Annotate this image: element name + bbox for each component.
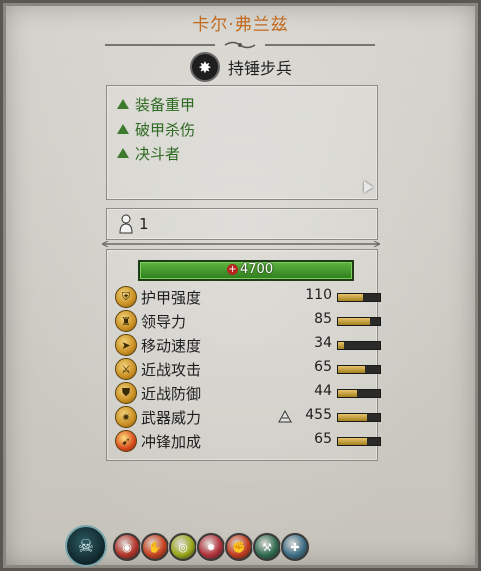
stat-bar: [337, 413, 381, 422]
stat-name: 近战攻击: [141, 361, 202, 379]
stat-row-weapon-strength[interactable]: ✷ 武器威力 455: [115, 405, 381, 428]
stat-value: 85: [314, 311, 332, 327]
stat-bar: [337, 293, 381, 302]
charge-bonus-icon: ➹: [115, 430, 137, 452]
star-burst-icon: ✸: [190, 52, 220, 82]
stat-row-speed[interactable]: ➤ 移动速度 34: [115, 333, 381, 356]
stat-bar: [337, 365, 381, 374]
eye-icon[interactable]: ◎: [169, 533, 197, 561]
paw-icon[interactable]: ✋: [141, 533, 169, 561]
hand-icon[interactable]: ✊: [225, 533, 253, 561]
stat-bar: [337, 317, 381, 326]
stat-name: 移动速度: [141, 337, 202, 355]
health-value: 4700: [240, 262, 274, 277]
leadership-icon: ♜: [115, 310, 137, 332]
up-triangle-icon: [117, 148, 129, 158]
stat-name: 护甲强度: [141, 289, 202, 307]
stat-row-melee-attack[interactable]: ⚔ 近战攻击 65: [115, 357, 381, 380]
stat-row-melee-defence[interactable]: ⛊ 近战防御 44: [115, 381, 381, 404]
unit-count-box: 1: [106, 208, 378, 240]
unit-name: 卡尔·弗兰兹: [192, 15, 289, 35]
section-divider: [102, 241, 380, 247]
speed-icon: ➤: [115, 334, 137, 356]
stat-value: 65: [314, 359, 332, 375]
armor-icon: ⛨: [115, 286, 137, 308]
stat-value: 455: [305, 407, 332, 423]
stat-bar: [337, 389, 381, 398]
unit-type-label: 持锤步兵: [228, 59, 293, 78]
trait-label: 装备重甲: [135, 95, 196, 114]
stat-value: 110: [305, 287, 332, 303]
weapon-strength-icon: ✷: [115, 406, 137, 428]
up-triangle-icon: [117, 99, 129, 109]
hammer-strike-icon[interactable]: ⚒: [253, 533, 281, 561]
stat-value: 34: [314, 335, 332, 351]
stat-name: 冲锋加成: [141, 433, 202, 451]
stat-row-leadership[interactable]: ♜ 领导力 85: [115, 309, 381, 332]
health-cross-icon: +: [227, 264, 238, 275]
trait-item[interactable]: 装备重甲: [117, 93, 195, 115]
expand-arrow-icon[interactable]: [364, 181, 373, 193]
stats-box: + 4700 ⛨ 护甲强度 110 ♜ 领导力 85 ➤ 移动速度 34 ⚔ 近…: [106, 249, 381, 461]
stat-row-charge-bonus[interactable]: ➹ 冲锋加成 65: [115, 429, 381, 452]
melee-defence-icon: ⛊: [115, 382, 137, 404]
trait-label: 决斗者: [135, 144, 181, 163]
stat-value: 65: [314, 431, 332, 447]
trait-item[interactable]: 决斗者: [117, 142, 180, 164]
stat-name: 武器威力: [141, 409, 202, 427]
shield-cross-icon[interactable]: ✚: [281, 533, 309, 561]
stat-name: 领导力: [141, 313, 187, 331]
stat-row-armor[interactable]: ⛨ 护甲强度 110: [115, 285, 381, 308]
unit-type: ✸ 持锤步兵: [190, 52, 292, 82]
traits-box: 装备重甲 破甲杀伤 决斗者: [106, 85, 378, 200]
trait-item[interactable]: 破甲杀伤: [117, 118, 195, 140]
stat-name: 近战防御: [141, 385, 202, 403]
melee-attack-icon: ⚔: [115, 358, 137, 380]
stat-bar: [337, 437, 381, 446]
beast-face-icon[interactable]: ◉: [113, 533, 141, 561]
monster-icon[interactable]: ✹: [197, 533, 225, 561]
person-icon: [119, 214, 133, 234]
unit-portrait-icon[interactable]: ☠: [65, 525, 107, 567]
weapon-bonus-icon: [278, 409, 292, 423]
unit-count-value: 1: [139, 215, 149, 233]
stat-bar: [337, 341, 381, 350]
unit-card-panel: 卡尔·弗兰兹 ✸ 持锤步兵 装备重甲 破甲杀伤 决斗者 1 + 4700 ⛨ 护…: [0, 0, 481, 571]
title-ornament: [105, 41, 375, 49]
health-bar: + 4700: [138, 260, 354, 281]
up-triangle-icon: [117, 124, 129, 134]
trait-label: 破甲杀伤: [135, 120, 196, 139]
stat-value: 44: [314, 383, 332, 399]
